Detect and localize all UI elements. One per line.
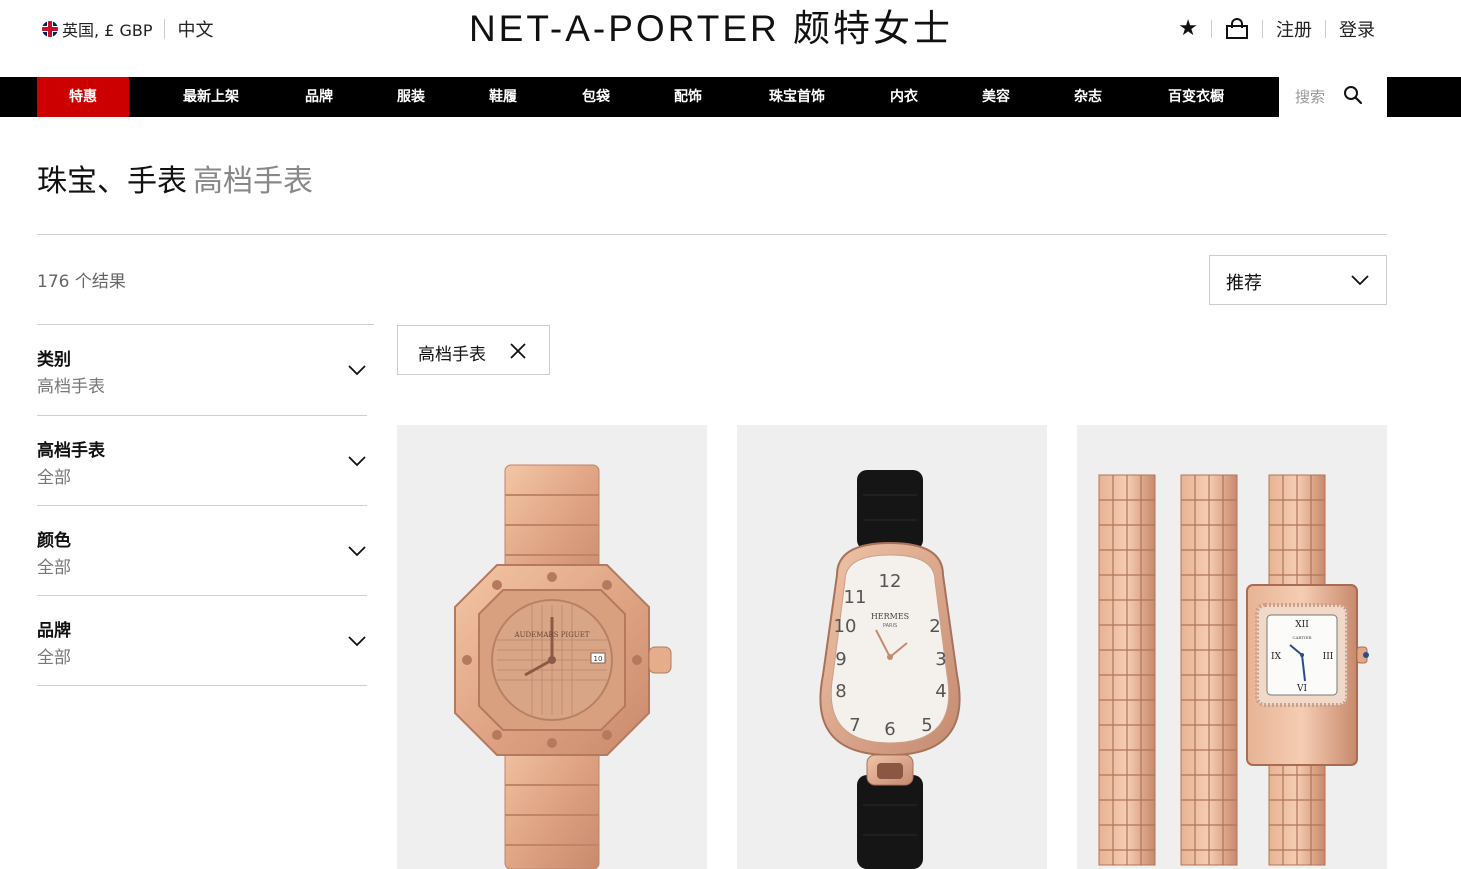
active-filter-chip[interactable]: 高档手表: [397, 325, 550, 375]
filter-value: 全部: [37, 558, 71, 578]
login-link[interactable]: 登录: [1339, 16, 1375, 42]
filter-value: 全部: [37, 468, 71, 488]
numeral-vi: VI: [1296, 684, 1307, 694]
filter-value: 高档手表: [37, 377, 105, 397]
divider: [1325, 20, 1326, 38]
nav-item-lingerie[interactable]: 内衣: [877, 77, 931, 117]
active-filter-label: 高档手表: [418, 345, 486, 365]
nav-item-shoes[interactable]: 鞋履: [476, 77, 530, 117]
dial-brand-text: AUDEMARS PIGUET: [514, 631, 590, 639]
divider: [37, 685, 367, 686]
numeral-xii: XII: [1295, 620, 1309, 630]
nav-item-accessories[interactable]: 配饰: [661, 77, 715, 117]
dial-city-text: PARIS: [883, 623, 897, 629]
dial-brand-text: CARTIER: [1292, 635, 1312, 640]
numeral-ix: IX: [1271, 652, 1282, 662]
shopping-bag-icon[interactable]: [1225, 18, 1249, 40]
product-card[interactable]: 12 11 10 9 8 7 6 5 4 3 2 HERMES PARIS: [737, 425, 1047, 869]
product-image[interactable]: XII III VI IX CARTIER: [1077, 425, 1387, 869]
top-bar: 英国, £ GBP 中文 NET-A-PORTER 颇特女士 ★ 注册 登录: [0, 0, 1461, 77]
numeral-5: 5: [921, 715, 932, 736]
divider: [1262, 20, 1263, 38]
user-nav: ★ 注册 登录: [1178, 16, 1375, 42]
filter-value: 全部: [37, 648, 71, 668]
search-icon[interactable]: [1343, 85, 1363, 105]
language-label[interactable]: 中文: [177, 16, 213, 42]
product-card[interactable]: XII III VI IX CARTIER: [1077, 425, 1387, 869]
numeral-7: 7: [849, 715, 860, 736]
filter-title: 品牌: [37, 621, 71, 641]
page-title: 珠宝、手表 高档手表: [37, 156, 313, 199]
numeral-12: 12: [879, 571, 902, 592]
filter-color[interactable]: 颜色 全部: [37, 505, 367, 595]
close-icon[interactable]: [510, 343, 526, 359]
nav-item-beauty[interactable]: 美容: [969, 77, 1023, 117]
nav-item-wardrobe[interactable]: 百变衣橱: [1155, 77, 1237, 117]
results-count: 176 个结果: [37, 272, 126, 292]
chevron-down-icon[interactable]: [347, 631, 367, 651]
chevron-down-icon: [1351, 275, 1369, 286]
filter-title: 高档手表: [37, 441, 105, 461]
sort-value: 推荐: [1226, 273, 1262, 294]
nav-item-new-arrivals[interactable]: 最新上架: [170, 77, 252, 117]
numeral-3: 3: [935, 649, 946, 670]
nav-item-clothing[interactable]: 服装: [384, 77, 438, 117]
numeral-11: 11: [844, 587, 867, 608]
numeral-9: 9: [835, 649, 846, 670]
nav-item-jewelry[interactable]: 珠宝首饰: [756, 77, 838, 117]
nav-item-sale[interactable]: 特惠: [37, 77, 129, 117]
divider: [164, 19, 166, 39]
site-logo[interactable]: NET-A-PORTER 颇特女士: [446, 8, 976, 50]
divider: [1211, 20, 1212, 38]
numeral-2: 2: [929, 616, 940, 637]
product-card[interactable]: AUDEMARS PIGUET 10: [397, 425, 707, 869]
dial-date-text: 10: [594, 655, 603, 663]
register-link[interactable]: 注册: [1276, 16, 1312, 42]
numeral-8: 8: [835, 681, 846, 702]
chevron-down-icon[interactable]: [347, 451, 367, 471]
locale-label[interactable]: 英国, £ GBP: [62, 17, 152, 41]
nav-item-magazine[interactable]: 杂志: [1061, 77, 1115, 117]
main-nav: 特惠 最新上架 品牌 服装 鞋履 包袋 配饰 珠宝首饰 内衣 美容 杂志 百变衣…: [0, 77, 1461, 117]
sort-dropdown[interactable]: 推荐: [1209, 255, 1387, 305]
filter-brand[interactable]: 品牌 全部: [37, 595, 367, 685]
dial-brand-text: HERMES: [871, 612, 909, 621]
search-input[interactable]: [1295, 87, 1345, 107]
product-image[interactable]: 12 11 10 9 8 7 6 5 4 3 2 HERMES PARIS: [737, 425, 1047, 869]
page-subtitle: 高档手表: [193, 164, 313, 199]
uk-flag-icon: [42, 21, 58, 37]
divider: [37, 234, 1387, 235]
breadcrumb-category[interactable]: 珠宝、手表: [37, 164, 187, 199]
product-image[interactable]: AUDEMARS PIGUET 10: [397, 425, 707, 869]
locale-switcher[interactable]: 英国, £ GBP 中文: [42, 16, 213, 42]
search-box[interactable]: [1279, 77, 1387, 117]
filter-category[interactable]: 类别 高档手表: [37, 325, 367, 415]
star-icon[interactable]: ★: [1178, 18, 1198, 40]
numeral-iii: III: [1323, 652, 1334, 662]
nav-item-bags[interactable]: 包袋: [569, 77, 623, 117]
numeral-6: 6: [884, 719, 895, 740]
filter-title: 颜色: [37, 531, 71, 551]
filter-title: 类别: [37, 350, 71, 370]
chevron-down-icon[interactable]: [347, 360, 367, 380]
nav-item-designers[interactable]: 品牌: [292, 77, 346, 117]
filter-fine-watches[interactable]: 高档手表 全部: [37, 415, 367, 505]
numeral-4: 4: [935, 681, 946, 702]
numeral-10: 10: [834, 616, 857, 637]
chevron-down-icon[interactable]: [347, 541, 367, 561]
